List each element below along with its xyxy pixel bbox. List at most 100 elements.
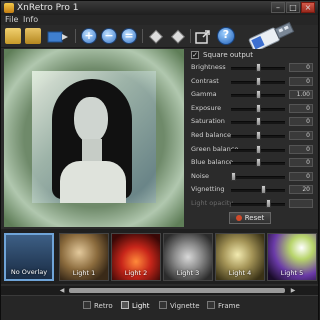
slider-label: Contrast (191, 76, 219, 85)
slider-thumb[interactable] (231, 171, 236, 181)
zoom-fit-icon[interactable]: = (121, 28, 137, 44)
slider-row: Saturation 0 (187, 115, 318, 129)
slider-value-field[interactable]: 20 (289, 185, 313, 195)
slider-track[interactable] (231, 189, 285, 193)
open-icon[interactable] (5, 28, 21, 44)
thumbnail-no-overlay[interactable]: No Overlay (4, 233, 54, 281)
slider-row: Contrast 0 (187, 75, 318, 89)
square-output-checkbox[interactable]: ✓ (191, 51, 199, 59)
slider-label: Brightness (191, 63, 226, 71)
slider-value-field[interactable]: 0 (289, 171, 313, 181)
thumbnail-label: Light 2 (124, 269, 148, 277)
slider-value-field[interactable] (289, 199, 313, 208)
slider-thumb[interactable] (256, 63, 261, 72)
slider-label: Blue balance (191, 158, 234, 167)
tab-label: Retro (94, 302, 113, 310)
menu-file[interactable]: File (5, 15, 18, 25)
rotate-left-icon[interactable] (148, 28, 164, 44)
slider-row: Red balance 0 (187, 129, 318, 143)
slider-value-field[interactable]: 0 (289, 63, 313, 72)
tab-label: Light (132, 302, 150, 310)
tab-bar: Retro Light Vignette Frame (1, 295, 318, 320)
toolbar-separator (190, 29, 191, 43)
slider-label: Exposure (191, 103, 222, 112)
slider-track[interactable] (231, 203, 285, 206)
slider-thumb[interactable] (261, 185, 266, 195)
slider-value-field[interactable]: 0 (289, 117, 313, 127)
slider-value-field[interactable]: 0 (289, 144, 313, 154)
export-icon[interactable] (195, 28, 211, 44)
rotate-right-icon[interactable] (170, 28, 186, 44)
slider-row: Gamma 1.00 (187, 88, 318, 102)
thumbnail-label: No Overlay (10, 268, 48, 276)
reset-label: Reset (244, 214, 265, 222)
slider-thumb[interactable] (256, 131, 261, 140)
window-title: XnRetro Pro 1 (17, 3, 79, 13)
slider-value-field[interactable]: 1.00 (289, 90, 313, 100)
light-tab-icon (121, 301, 129, 309)
frame-tab-icon (207, 301, 215, 309)
square-output-label: Square output (203, 51, 253, 59)
title-bar: XnRetro Pro 1 – □ × (1, 1, 318, 15)
slider-thumb[interactable] (256, 144, 261, 154)
tab-light[interactable]: Light (121, 300, 149, 312)
vignette-tab-icon (159, 301, 167, 309)
tab-label: Frame (218, 302, 240, 310)
slider-label: Noise (191, 171, 210, 180)
minimize-button[interactable]: – (271, 2, 285, 13)
thumbnail-light-1[interactable]: Light 1 (59, 233, 109, 281)
zoom-out-icon[interactable]: − (101, 28, 117, 44)
thumbnail-label: Light 3 (176, 269, 200, 277)
slider-label: Saturation (191, 117, 225, 126)
thumbnail-label: Light 5 (280, 269, 304, 277)
overlay-thumbnail-strip: No Overlay Light 1 Light 2 Light 3 Light… (1, 229, 318, 284)
slider-value-field[interactable]: 0 (289, 131, 313, 140)
slider-track[interactable] (231, 175, 285, 179)
menu-info[interactable]: Info (23, 15, 38, 25)
thumbnail-scrollbar[interactable]: ◀ ▶ (1, 286, 318, 295)
save-icon[interactable] (47, 28, 69, 44)
open-folder-icon[interactable] (25, 28, 41, 44)
slider-value-field[interactable]: 0 (289, 76, 313, 86)
slider-row: Vignetting 20 (187, 183, 318, 197)
app-icon (4, 3, 14, 13)
slider-row: Brightness 0 (187, 61, 318, 75)
slider-value-field[interactable]: 0 (289, 158, 313, 168)
slider-thumb[interactable] (256, 158, 261, 168)
toolbar-separator (142, 29, 143, 43)
slider-thumb[interactable] (256, 76, 261, 86)
slider-label: Gamma (191, 90, 217, 99)
adjustments-panel: ✓ Square output Brightness 0 Contrast 0 Gamm… (187, 49, 318, 227)
thumbnail-light-4[interactable]: Light 4 (215, 233, 265, 281)
slider-label: Light opacity (191, 199, 234, 207)
help-icon[interactable]: ? (217, 27, 235, 45)
slider-thumb[interactable] (266, 199, 271, 208)
slider-label: Vignetting (191, 185, 225, 194)
thumbnail-light-2[interactable]: Light 2 (111, 233, 161, 281)
zoom-in-icon[interactable]: + (81, 28, 97, 44)
slider-row: Light opacity (187, 197, 318, 211)
maximize-button[interactable]: □ (286, 2, 300, 13)
thumbnail-light-3[interactable]: Light 3 (163, 233, 213, 281)
slider-thumb[interactable] (256, 117, 261, 127)
tab-retro[interactable]: Retro (83, 300, 113, 312)
slider-thumb[interactable] (256, 90, 261, 100)
scrollbar-thumb[interactable] (69, 288, 285, 293)
slider-value-field[interactable]: 0 (289, 103, 313, 113)
tab-vignette[interactable]: Vignette (159, 300, 200, 312)
tab-label: Vignette (170, 302, 200, 310)
slider-row: Exposure 0 (187, 102, 318, 116)
close-button[interactable]: × (301, 2, 315, 13)
usb-plug-logo (247, 19, 297, 52)
retro-tab-icon (83, 301, 91, 309)
tab-frame[interactable]: Frame (207, 300, 240, 312)
slider-thumb[interactable] (256, 103, 261, 113)
thumbnail-light-5[interactable]: Light 5 (267, 233, 317, 281)
preview-frame-overlay (4, 49, 184, 227)
thumbnail-label: Light 4 (228, 269, 252, 277)
reset-button[interactable]: Reset (229, 212, 271, 224)
image-preview[interactable] (4, 49, 184, 227)
thumbnail-label: Light 1 (72, 269, 96, 277)
scroll-right-icon[interactable]: ▶ (290, 287, 296, 294)
scroll-left-icon[interactable]: ◀ (59, 287, 65, 294)
